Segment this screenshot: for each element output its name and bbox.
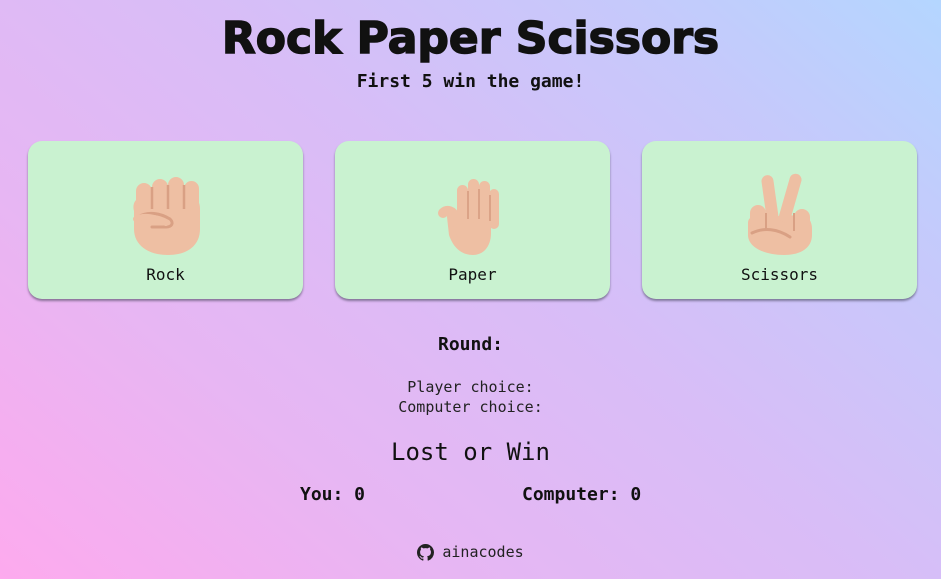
footer: ainacodes bbox=[0, 541, 941, 567]
choices-display: Player choice: Computer choice: bbox=[0, 377, 941, 417]
victory-hand-icon bbox=[748, 173, 812, 255]
player-score: You: 0 bbox=[300, 484, 366, 505]
github-icon bbox=[417, 543, 435, 561]
fist-icon bbox=[133, 177, 200, 255]
rock-button[interactable]: Rock bbox=[28, 141, 303, 299]
page-subtitle: First 5 win the game! bbox=[356, 71, 585, 92]
open-hand-icon bbox=[438, 179, 499, 255]
player-choice-label: Player choice: bbox=[407, 378, 534, 396]
result-text: Lost or Win bbox=[391, 438, 550, 466]
paper-button[interactable]: Paper bbox=[335, 141, 610, 299]
paper-label: Paper bbox=[448, 265, 497, 284]
scissors-button[interactable]: Scissors bbox=[642, 141, 917, 299]
scissors-label: Scissors bbox=[740, 265, 819, 284]
round-label: Round: bbox=[437, 334, 504, 355]
computer-choice-label: Computer choice: bbox=[398, 398, 543, 416]
github-link-text: ainacodes bbox=[442, 543, 524, 561]
github-link[interactable]: ainacodes bbox=[417, 541, 524, 563]
choice-cards: Rock Paper Scissors bbox=[28, 141, 917, 301]
computer-score: Computer: 0 bbox=[522, 484, 642, 505]
page-title: Rock Paper Scissors bbox=[221, 12, 720, 65]
rock-label: Rock bbox=[146, 265, 185, 284]
